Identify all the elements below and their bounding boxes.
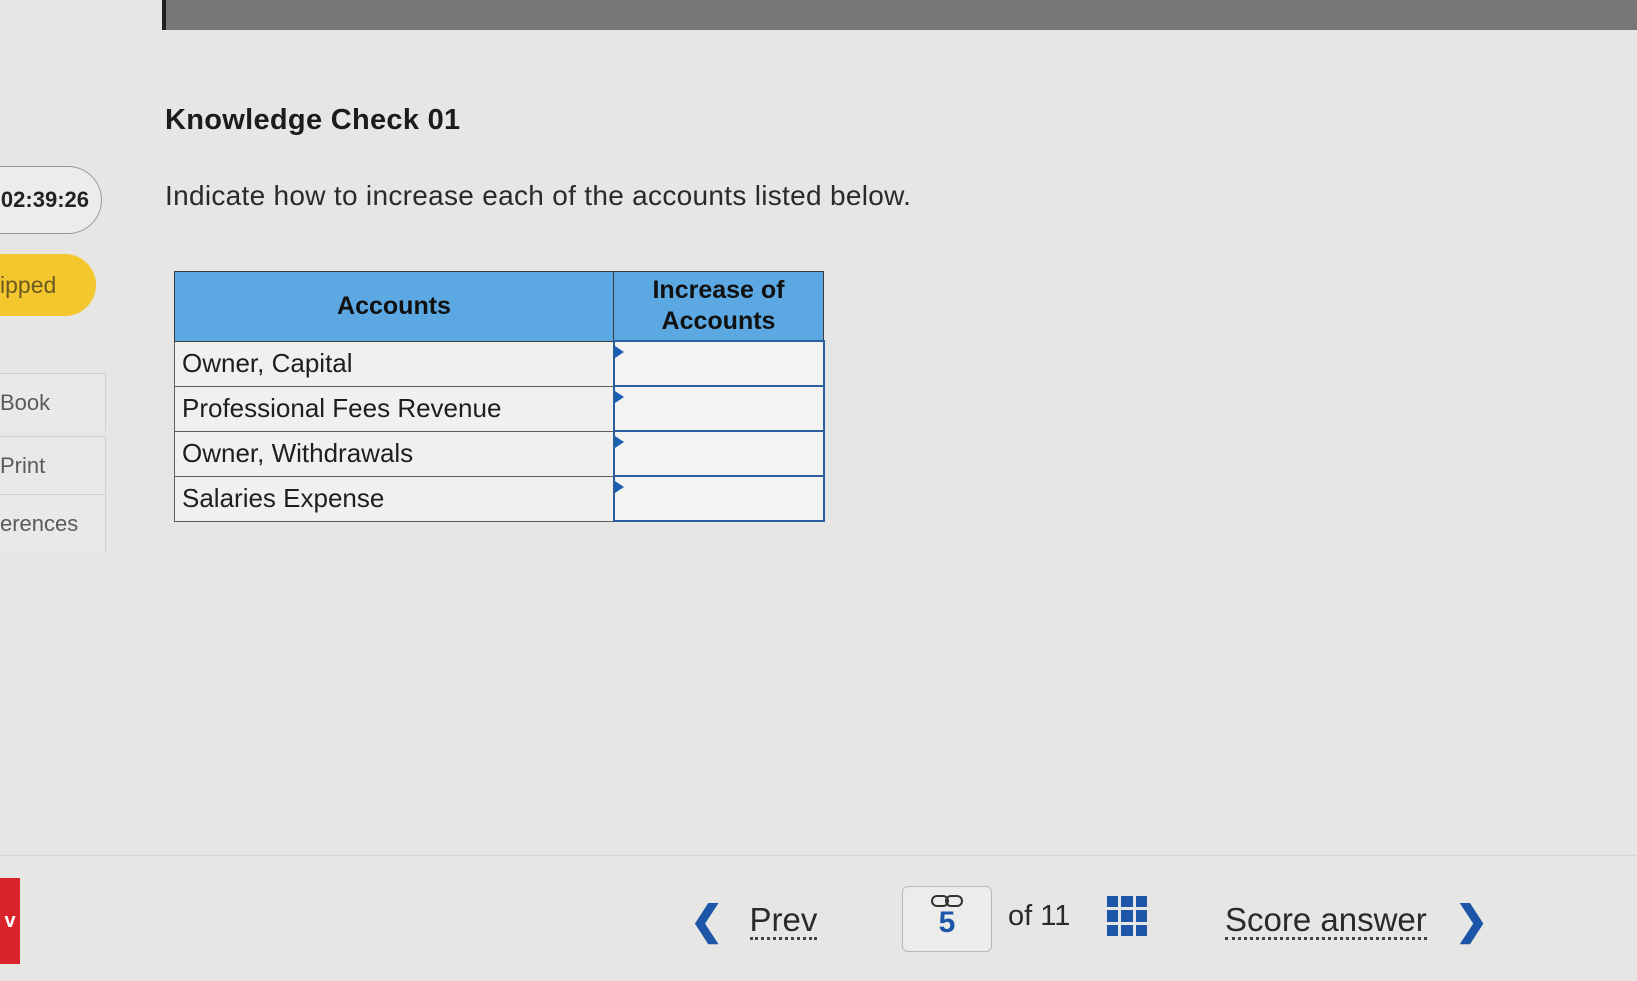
sidebar-link-references[interactable]: erences (0, 494, 106, 552)
table-row: Salaries Expense (174, 475, 825, 522)
score-answer-label: Score answer (1225, 900, 1427, 940)
header-accounts: Accounts (174, 271, 614, 342)
table-header-row: Accounts Increase of Accounts (174, 271, 824, 342)
prev-button[interactable]: ❮ Prev (690, 899, 818, 943)
grid-icon[interactable] (1107, 896, 1147, 936)
current-page: 5 (938, 906, 956, 939)
increase-dropdown[interactable] (612, 340, 825, 387)
sidebar-link-book[interactable]: Book (0, 373, 106, 431)
table-row: Professional Fees Revenue (174, 385, 825, 432)
question-instruction: Indicate how to increase each of the acc… (165, 180, 912, 211)
timer-display[interactable]: 02:39:26 (0, 166, 102, 234)
account-name: Owner, Withdrawals (174, 430, 614, 477)
chevron-right-icon: ❯ (1454, 899, 1489, 943)
chevron-left-icon: ❮ (690, 899, 724, 943)
increase-dropdown[interactable] (612, 475, 825, 522)
page-number-box[interactable]: 5 (902, 886, 992, 952)
prev-label: Prev (749, 900, 818, 940)
account-name: Professional Fees Revenue (174, 385, 614, 432)
increase-value[interactable] (617, 344, 821, 383)
top-bar (162, 0, 1637, 30)
table-row: Owner, Withdrawals (174, 430, 825, 477)
table-row: Owner, Capital (174, 340, 825, 387)
page-title: Knowledge Check 01 (165, 104, 461, 136)
increase-value[interactable] (617, 479, 821, 518)
increase-value[interactable] (617, 434, 821, 473)
status-badge[interactable]: ipped (0, 254, 96, 316)
increase-value[interactable] (617, 389, 821, 428)
score-answer-button[interactable]: Score answer ❯ (1225, 901, 1488, 941)
increase-dropdown[interactable] (612, 385, 825, 432)
header-increase: Increase of Accounts (613, 271, 824, 342)
account-name: Salaries Expense (174, 475, 614, 522)
page-total: of 11 (1008, 900, 1071, 932)
sidebar: 02:39:26 ipped Book Print erences v (0, 0, 110, 981)
increase-dropdown[interactable] (612, 430, 825, 477)
sidebar-link-print[interactable]: Print (0, 436, 106, 494)
accounts-table: Accounts Increase of Accounts Owner, Cap… (174, 271, 825, 522)
footer-nav: ❮ Prev 5 of 11 Score answer ❯ (0, 855, 1637, 976)
account-name: Owner, Capital (174, 340, 614, 387)
